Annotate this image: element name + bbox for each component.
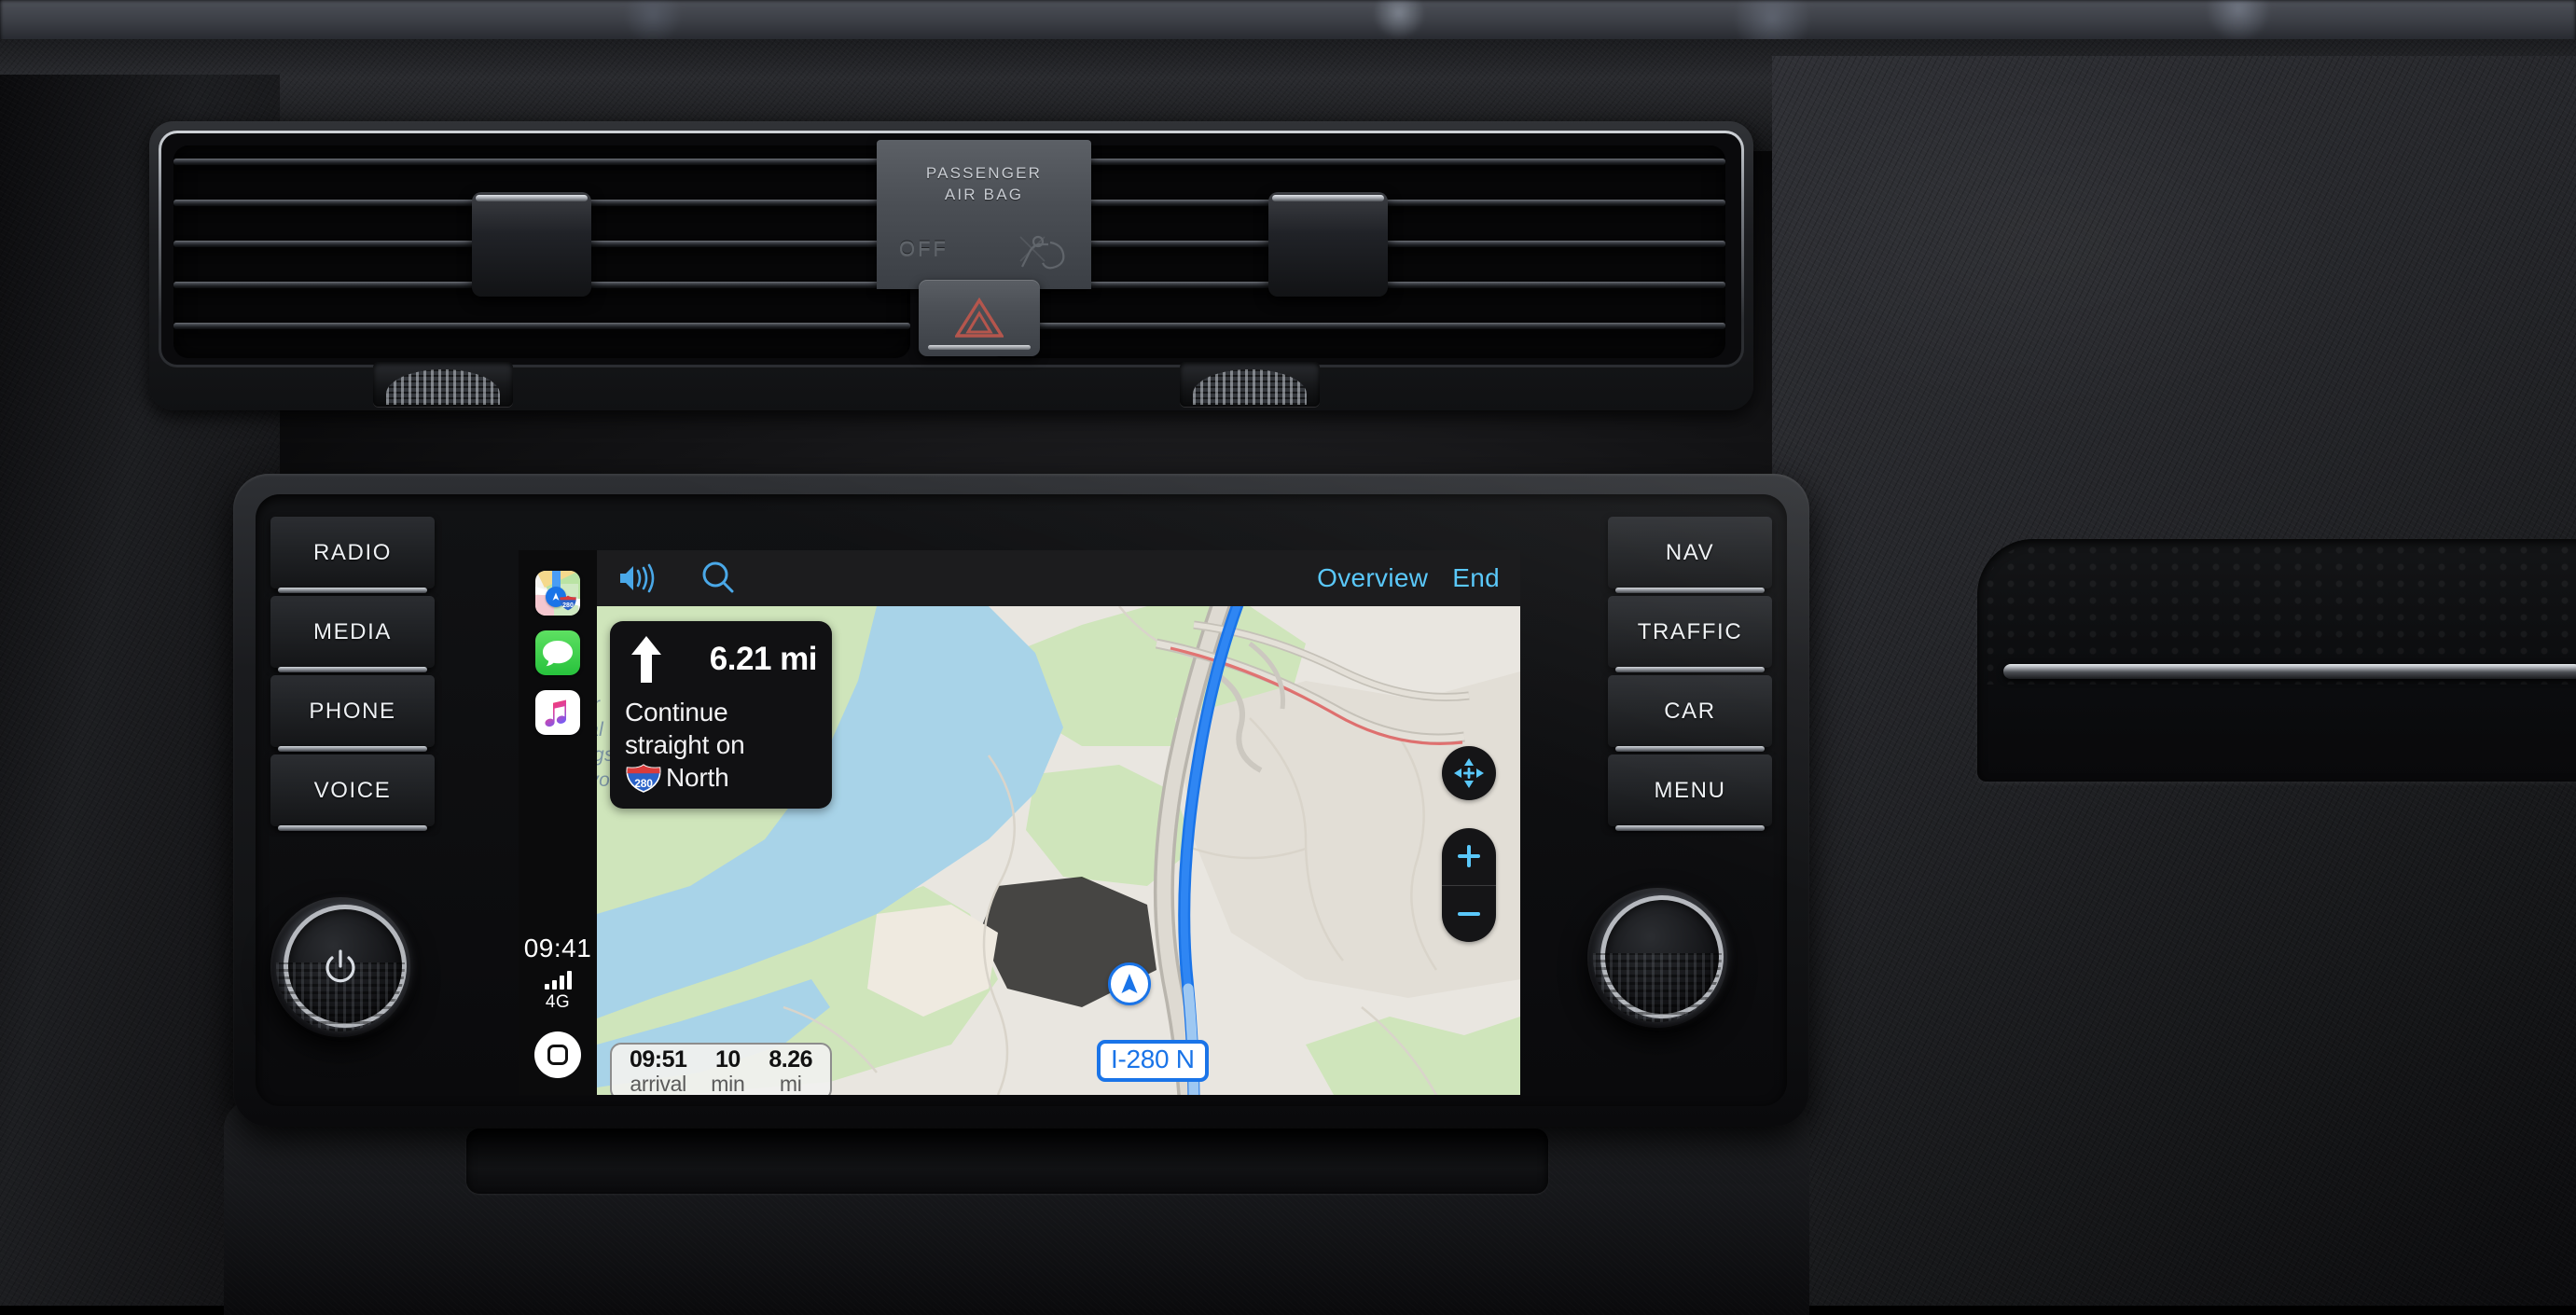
dash-speaker-right: [1180, 362, 1320, 407]
airbag-label-line2: AIR BAG: [944, 186, 1024, 203]
media-button-label: MEDIA: [312, 618, 392, 644]
road-name-badge: I-280 N: [1097, 1040, 1209, 1082]
hazard-lights-button[interactable]: [919, 280, 1040, 356]
nav-card-header: 6.21 mi: [625, 634, 818, 685]
app-icon-messages[interactable]: [535, 630, 580, 675]
navigation-instruction-card: 6.21 mi Continue straight on 280 North: [610, 621, 832, 809]
current-position-puck: [1108, 962, 1151, 1005]
dash-speaker-left: [373, 362, 513, 407]
nav-instruction-line2: straight on: [625, 730, 745, 759]
search-icon: [702, 561, 734, 593]
minus-icon: [1458, 911, 1480, 916]
carplay-topbar: Overview End: [597, 550, 1520, 606]
dashboard: PASSENGER AIR BAG OFF RADIO MEDIA PHONE …: [0, 0, 2576, 1315]
navigation-arrow-icon: [1121, 974, 1138, 993]
eta-duration-value: 10: [714, 1045, 741, 1073]
nav-instruction-text: Continue straight on 280 North: [625, 696, 817, 794]
carplay-map[interactable]: er tal ngs rvoir 6.21 mi Continue: [597, 606, 1520, 1095]
home-icon: [547, 1045, 568, 1065]
traffic-button-label: TRAFFIC: [1637, 618, 1743, 644]
traffic-button[interactable]: TRAFFIC: [1608, 596, 1772, 672]
nav-button-label: NAV: [1665, 539, 1715, 565]
tune-scroll-knob[interactable]: [1587, 888, 1727, 1028]
end-route-button[interactable]: End: [1452, 563, 1500, 593]
phone-button-label: PHONE: [309, 698, 396, 724]
carplay-home-button[interactable]: [534, 1031, 581, 1078]
eta-duration: 10 min: [711, 1045, 745, 1095]
plus-icon: [1458, 845, 1480, 868]
straight-arrow-icon: [631, 636, 661, 683]
passenger-airbag-plaque: PASSENGER AIR BAG OFF: [877, 140, 1091, 289]
maps-shield-icon: 280: [560, 595, 576, 611]
voice-button[interactable]: VOICE: [270, 754, 435, 831]
eta-distance-label: mi: [779, 1072, 802, 1095]
media-button[interactable]: MEDIA: [270, 596, 435, 672]
volume-button[interactable]: [617, 561, 658, 595]
power-volume-knob[interactable]: [270, 897, 410, 1037]
map-zoom-controls: [1442, 828, 1496, 942]
eta-duration-label: min: [711, 1072, 745, 1095]
nav-distance: 6.21 mi: [709, 641, 818, 677]
power-icon: [325, 949, 355, 983]
car-button[interactable]: CAR: [1608, 675, 1772, 752]
hazard-triangle-icon: [955, 298, 1004, 338]
overview-button[interactable]: Overview: [1317, 563, 1428, 593]
pan-arrows-icon: [1454, 758, 1484, 788]
speaker-waves-icon: [620, 563, 655, 593]
music-icon: [545, 699, 566, 727]
zoom-in-button[interactable]: [1442, 828, 1496, 886]
svg-text:280: 280: [562, 602, 574, 609]
eta-arrival: 09:51 arrival: [629, 1045, 687, 1095]
vent-direction-tab-left[interactable]: [472, 192, 591, 297]
air-vent-right[interactable]: [989, 145, 1725, 358]
shield-number: 280: [634, 777, 653, 790]
menu-button[interactable]: MENU: [1608, 754, 1772, 831]
topbar-actions: Overview End: [1317, 563, 1500, 593]
carplay-screen[interactable]: 280 09:41 4G Overview End l 6.21 mi Cont…: [519, 550, 1520, 1095]
glovebox-chrome-trim: [2003, 664, 2576, 679]
nav-button[interactable]: NAV: [1608, 517, 1772, 593]
app-icon-maps[interactable]: 280: [535, 571, 580, 616]
left-button-column: RADIO MEDIA PHONE VOICE: [270, 517, 435, 834]
radio-button-label: RADIO: [312, 539, 392, 565]
signal-strength-icon: [544, 971, 572, 990]
network-type-label: 4G: [545, 992, 571, 1012]
map-pan-button[interactable]: [1442, 746, 1496, 800]
search-button[interactable]: [699, 560, 737, 597]
eta-card[interactable]: 09:51 arrival 10 min 8.26 mi: [610, 1043, 832, 1095]
nav-instruction-line3: North: [666, 763, 729, 792]
airbag-off-icon: [1019, 235, 1065, 270]
eta-distance: 8.26 mi: [769, 1045, 813, 1095]
carplay-main-area: Overview End l 6.21 mi Continue straight…: [597, 550, 1520, 1095]
zoom-out-button[interactable]: [1442, 886, 1496, 943]
messages-icon: [543, 641, 573, 667]
phone-button[interactable]: PHONE: [270, 675, 435, 752]
right-button-column: NAV TRAFFIC CAR MENU: [1608, 517, 1772, 834]
car-button-label: CAR: [1664, 698, 1716, 724]
radio-button[interactable]: RADIO: [270, 517, 435, 593]
vent-direction-tab-right[interactable]: [1268, 192, 1388, 297]
airbag-label-line1: PASSENGER: [925, 164, 1043, 182]
console-storage-slot: [466, 1128, 1548, 1194]
airbag-status-off: OFF: [899, 237, 949, 260]
voice-button-label: VOICE: [313, 777, 392, 803]
carplay-clock: 09:41: [523, 934, 592, 962]
carplay-sidebar: 280 09:41 4G: [519, 550, 597, 1095]
eta-arrival-value: 09:51: [629, 1045, 687, 1073]
eta-arrival-label: arrival: [630, 1072, 686, 1095]
air-vent-left[interactable]: [173, 145, 910, 358]
menu-button-label: MENU: [1654, 777, 1726, 803]
glovebox-recess[interactable]: [1977, 539, 2576, 782]
app-icon-music[interactable]: [535, 690, 580, 735]
nav-instruction-line1: Continue: [625, 698, 728, 727]
interstate-shield-icon: 280: [626, 764, 661, 793]
eta-distance-value: 8.26: [769, 1045, 813, 1073]
